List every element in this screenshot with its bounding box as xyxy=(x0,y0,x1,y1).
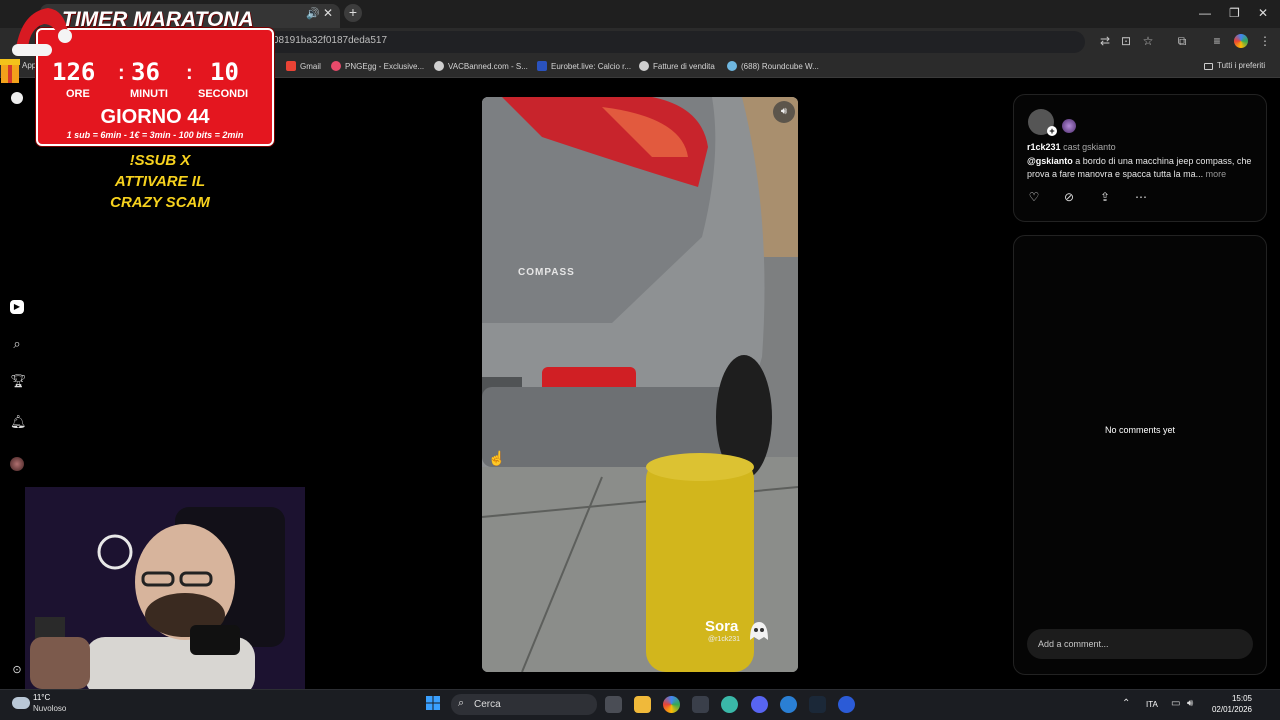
url-text[interactable]: 08191ba32f0187deda517 xyxy=(273,35,387,46)
language-indicator[interactable]: ITA xyxy=(1146,700,1158,709)
sora-ghost-icon xyxy=(746,618,772,644)
cloud-icon[interactable] xyxy=(12,697,30,709)
bookmark-pngegg[interactable]: PNGEgg - Exclusive... xyxy=(331,61,424,71)
timer-day: GIORNO 44 xyxy=(100,106,210,128)
search-icon[interactable]: ⌕ xyxy=(10,337,24,351)
chrome-icon[interactable] xyxy=(663,696,680,713)
globe-icon xyxy=(434,61,444,71)
close-tab-icon[interactable]: ✕ xyxy=(323,6,333,20)
taskbar-search[interactable] xyxy=(451,694,597,715)
weather-temperature[interactable]: 11°C xyxy=(33,693,50,702)
post-caption: @gskianto a bordo di una macchina jeep c… xyxy=(1027,155,1255,181)
comment-input[interactable] xyxy=(1027,629,1253,659)
app-icon[interactable] xyxy=(838,696,855,713)
clock-time[interactable]: 15:05 xyxy=(1208,694,1252,703)
windows-start-icon[interactable] xyxy=(426,696,440,710)
bookmark-vacbanned[interactable]: VACBanned.com - S... xyxy=(434,61,528,71)
bookmark-gmail[interactable]: Gmail xyxy=(286,61,321,71)
discord-icon[interactable] xyxy=(751,696,768,713)
caption-mention[interactable]: @gskianto xyxy=(1027,156,1073,166)
webcam-feed xyxy=(25,487,305,689)
home-icon[interactable]: ▶ xyxy=(10,300,24,314)
chevron-up-icon[interactable]: ⌃ xyxy=(1122,698,1130,709)
bell-icon[interactable]: 🔔︎ xyxy=(10,415,27,429)
pngegg-icon xyxy=(331,61,341,71)
translate-icon[interactable]: ⇄ xyxy=(1098,34,1112,48)
cast-avatar[interactable] xyxy=(1062,119,1076,133)
timer-hours: 126 xyxy=(52,58,96,86)
timer-seconds: 10 xyxy=(210,58,239,86)
comments-panel xyxy=(1013,235,1267,675)
video-player[interactable]: COMPASS xyxy=(482,97,798,672)
gmail-icon xyxy=(286,61,296,71)
share-icon[interactable]: ⇪ xyxy=(1098,190,1112,204)
no-comments-text: No comments yet xyxy=(1104,425,1176,435)
weather-condition[interactable]: Nuvoloso xyxy=(33,704,66,713)
author-line[interactable]: r1ck231 cast gskianto xyxy=(1027,142,1116,152)
bookmark-star-icon[interactable]: ☆ xyxy=(1141,34,1155,48)
window-close-icon[interactable]: ✕ xyxy=(1258,6,1268,20)
promo-line-3: CRAZY SCAM xyxy=(110,194,210,211)
timer-minutes-label: MINUTI xyxy=(130,88,168,100)
sora-watermark: Sora xyxy=(705,618,739,635)
all-bookmarks[interactable]: Tutti i preferiti xyxy=(1204,61,1265,70)
globe-icon xyxy=(639,61,649,71)
more-link[interactable]: more xyxy=(1206,169,1227,179)
taskbar-search-label: Cerca xyxy=(474,699,501,710)
eurobet-icon xyxy=(537,61,547,71)
settings-icon[interactable]: ⊙ xyxy=(10,663,24,677)
author-name[interactable]: r1ck231 xyxy=(1027,142,1061,152)
network-icon[interactable]: ▭ xyxy=(1171,698,1180,709)
profile-avatar-rail[interactable] xyxy=(10,457,24,471)
extensions-icon[interactable]: ⧉ xyxy=(1175,34,1189,48)
timer-separator: : xyxy=(186,62,193,84)
more-icon[interactable]: ⋯ xyxy=(1134,190,1148,204)
profile-avatar[interactable] xyxy=(1234,34,1248,48)
cast-label[interactable]: cast gskianto xyxy=(1063,142,1116,152)
volume-tray-icon[interactable]: 🔊︎ xyxy=(1187,698,1193,709)
file-explorer-icon[interactable] xyxy=(634,696,651,713)
timer-seconds-label: SECONDI xyxy=(198,88,249,100)
sora-watermark-handle: @r1ck231 xyxy=(708,636,741,643)
follow-plus-icon[interactable]: + xyxy=(1047,126,1057,136)
timer-title: TIMER MARATONA xyxy=(62,8,254,31)
car-badge: COMPASS xyxy=(518,267,575,278)
sora-logo-icon[interactable] xyxy=(11,92,23,104)
app-icon[interactable] xyxy=(780,696,797,713)
bookmark-fatture[interactable]: Fatture di vendita xyxy=(639,61,715,71)
trophy-icon[interactable]: 🏆︎ xyxy=(10,374,27,388)
new-tab-button[interactable]: + xyxy=(344,4,362,22)
timer-hours-label: ORE xyxy=(66,88,90,100)
remix-icon[interactable]: ⊘ xyxy=(1062,190,1076,204)
install-app-icon[interactable]: ⊡ xyxy=(1119,34,1133,48)
bookmark-eurobet[interactable]: Eurobet.live: Calcio r... xyxy=(537,61,631,71)
apps-shortcut[interactable]: App xyxy=(22,61,36,70)
volume-icon[interactable]: 🔊︎ xyxy=(773,101,795,123)
task-view-icon[interactable] xyxy=(605,696,622,713)
speaker-icon[interactable]: 🔊 xyxy=(306,7,320,20)
minimize-icon[interactable]: — xyxy=(1199,6,1211,20)
media-icon[interactable]: ≡ xyxy=(1210,34,1224,48)
hand-cursor-icon: ☝ xyxy=(488,450,506,466)
heart-icon[interactable]: ♡ xyxy=(1027,190,1041,204)
timer-separator: : xyxy=(118,62,125,84)
roundcube-icon xyxy=(727,61,737,71)
timer-minutes: 36 xyxy=(131,58,160,86)
menu-kebab-icon[interactable]: ⋮ xyxy=(1258,34,1272,48)
search-icon: ⌕ xyxy=(458,697,465,709)
app-icon[interactable] xyxy=(721,696,738,713)
promo-line-1: !SSUB X xyxy=(129,152,191,169)
bookmark-roundcube[interactable]: (688) Roundcube W... xyxy=(727,61,819,71)
promo-line-2: ATTIVARE IL xyxy=(114,173,206,190)
steam-icon[interactable] xyxy=(809,696,826,713)
maximize-icon[interactable]: ❐ xyxy=(1229,6,1240,20)
timer-rates: 1 sub = 6min - 1€ = 3min - 100 bits = 2m… xyxy=(66,130,244,140)
app-icon[interactable] xyxy=(692,696,709,713)
folder-icon xyxy=(1204,63,1213,70)
clock-date[interactable]: 02/01/2026 xyxy=(1204,705,1252,714)
